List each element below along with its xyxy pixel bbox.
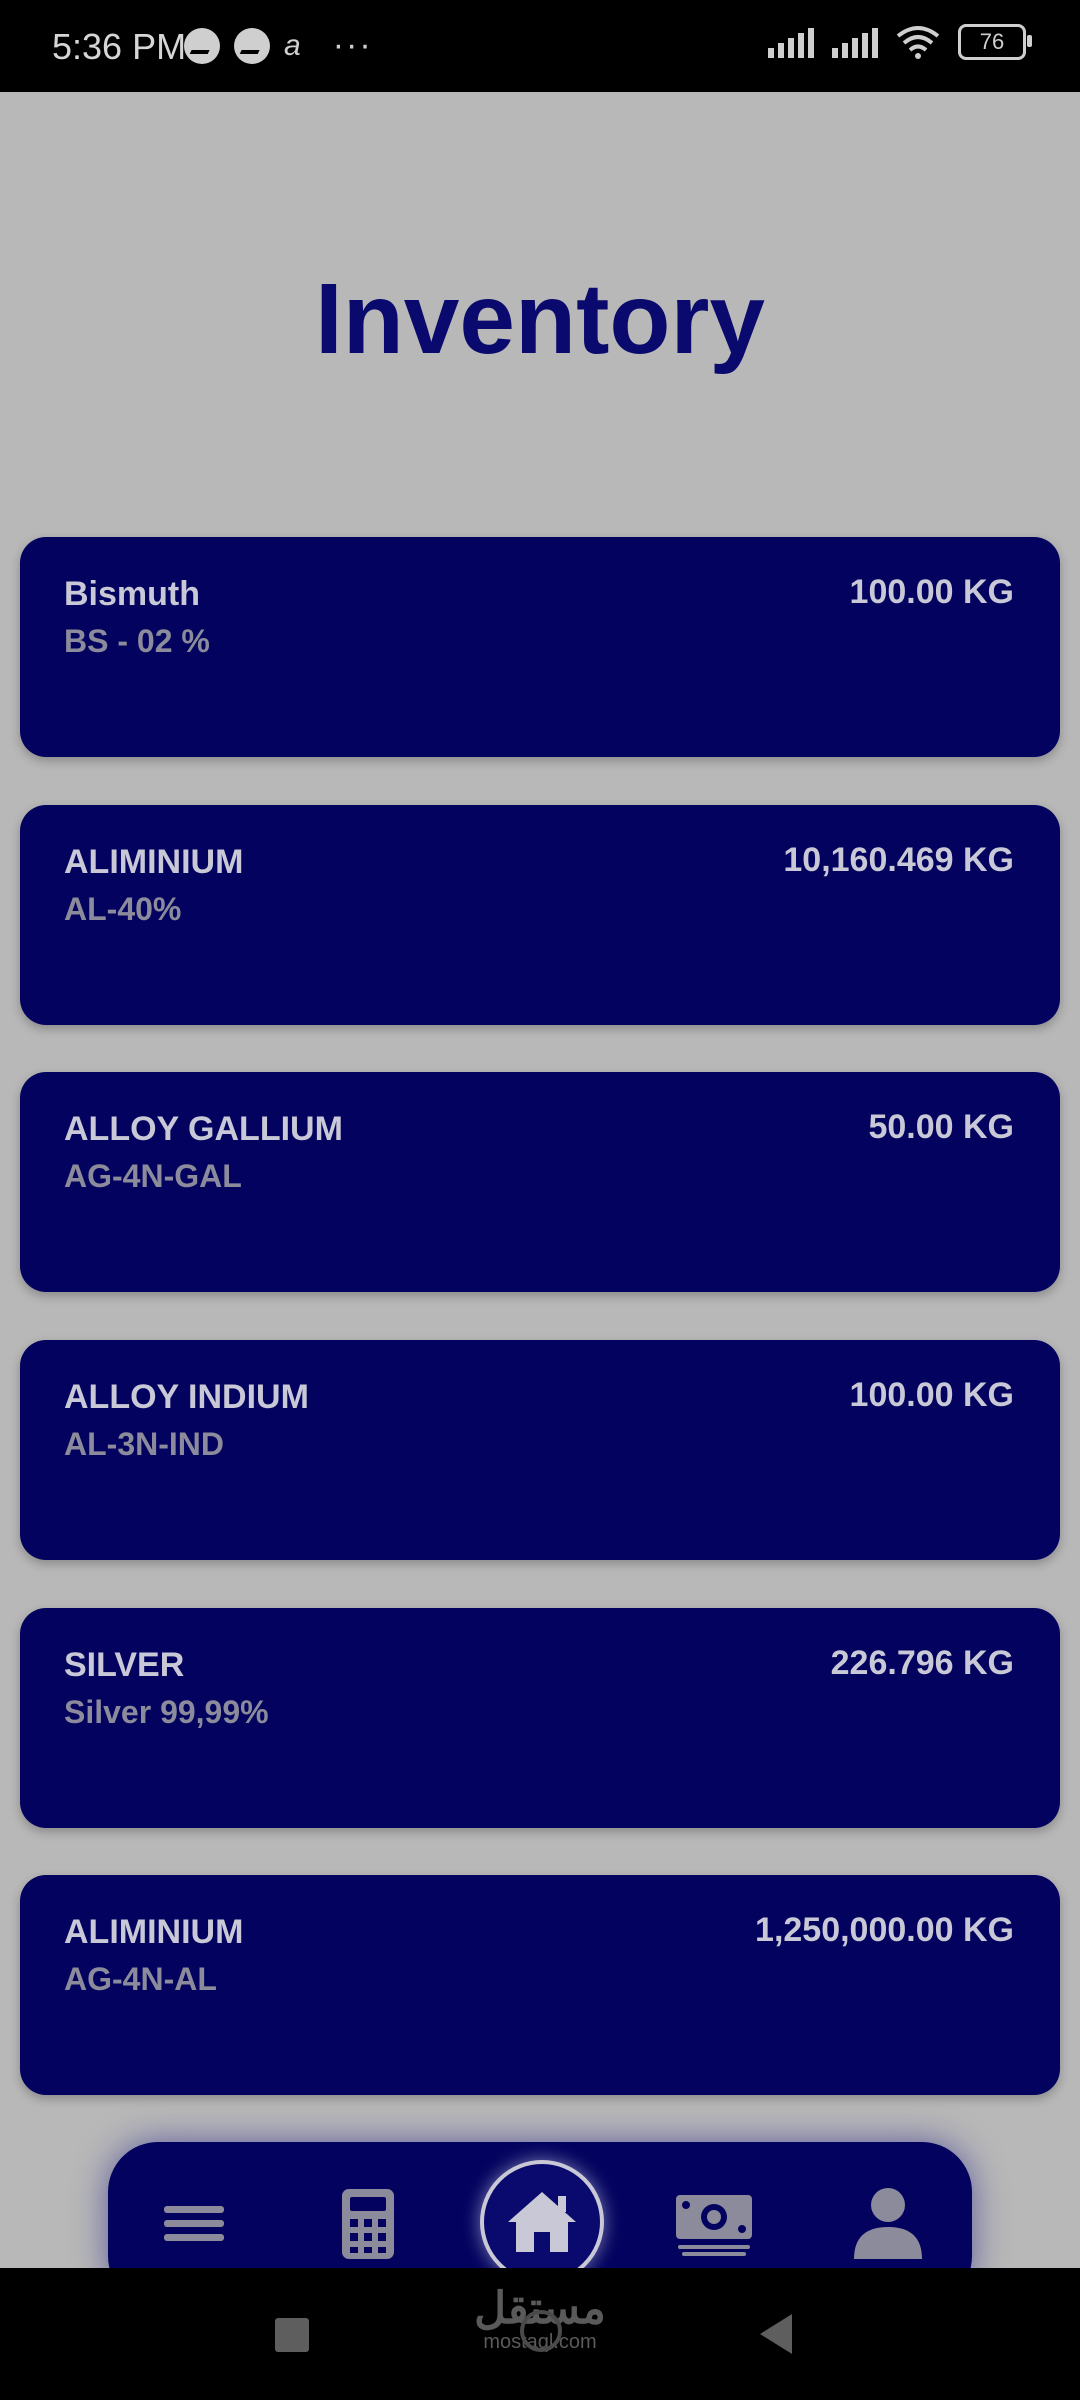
money-icon[interactable] <box>672 2184 756 2264</box>
aliexpress-icon: a <box>284 28 301 62</box>
system-status-icons: 76 <box>768 24 1032 60</box>
system-home-button[interactable] <box>520 2310 562 2352</box>
item-name: ALLOY GALLIUM <box>64 1110 343 1148</box>
item-name: ALIMINIUM <box>64 843 244 881</box>
notification-icons: a ··· <box>184 26 373 65</box>
item-code: AG-4N-GAL <box>64 1158 242 1194</box>
messenger-icon <box>234 27 270 64</box>
item-quantity: 1,250,000.00 KG <box>755 1911 1014 1949</box>
item-code: AG-4N-AL <box>64 1961 217 1997</box>
item-quantity: 10,160.469 KG <box>783 841 1014 879</box>
profile-icon[interactable] <box>848 2184 928 2264</box>
signal-icon <box>768 26 814 58</box>
signal-icon <box>832 26 878 58</box>
wifi-icon <box>896 26 940 59</box>
back-button[interactable] <box>760 2314 792 2354</box>
system-navigation-bar: مستقل mostaql.com <box>0 2268 1080 2400</box>
item-quantity: 100.00 KG <box>849 573 1014 611</box>
inventory-card[interactable]: ALIMINIUM AG-4N-AL 1,250,000.00 KG <box>20 1875 1060 2095</box>
recent-apps-button[interactable] <box>275 2318 309 2352</box>
menu-icon[interactable] <box>154 2184 234 2264</box>
more-notifications-icon: ··· <box>332 26 373 64</box>
calculator-icon[interactable] <box>328 2184 408 2264</box>
inventory-card[interactable]: SILVER Silver 99,99% 226.796 KG <box>20 1608 1060 1828</box>
status-bar: 5:36 PM a ··· 76 <box>0 0 1080 92</box>
item-name: ALIMINIUM <box>64 1913 244 1951</box>
page-title: Inventory <box>314 263 766 375</box>
main-content: Inventory Bismuth BS - 02 % 100.00 KG AL… <box>0 92 1080 2268</box>
inventory-card[interactable]: ALIMINIUM AL-40% 10,160.469 KG <box>20 805 1060 1025</box>
inventory-card[interactable]: ALLOY GALLIUM AG-4N-GAL 50.00 KG <box>20 1072 1060 1292</box>
inventory-card[interactable]: Bismuth BS - 02 % 100.00 KG <box>20 537 1060 757</box>
item-name: ALLOY INDIUM <box>64 1378 309 1416</box>
inventory-card[interactable]: ALLOY INDIUM AL-3N-IND 100.00 KG <box>20 1340 1060 1560</box>
home-icon[interactable] <box>480 2160 604 2268</box>
status-time: 5:36 PM <box>52 26 187 67</box>
item-quantity: 100.00 KG <box>849 1376 1014 1414</box>
bottom-navigation <box>108 2142 972 2268</box>
item-code: BS - 02 % <box>64 623 210 659</box>
item-name: SILVER <box>64 1646 185 1684</box>
item-name: Bismuth <box>64 575 200 613</box>
item-code: Silver 99,99% <box>64 1694 269 1730</box>
item-code: AL-40% <box>64 891 182 927</box>
item-quantity: 50.00 KG <box>868 1108 1014 1146</box>
item-quantity: 226.796 KG <box>830 1644 1014 1682</box>
messenger-icon <box>184 27 220 64</box>
battery-icon: 76 <box>958 24 1032 60</box>
item-code: AL-3N-IND <box>64 1426 224 1462</box>
